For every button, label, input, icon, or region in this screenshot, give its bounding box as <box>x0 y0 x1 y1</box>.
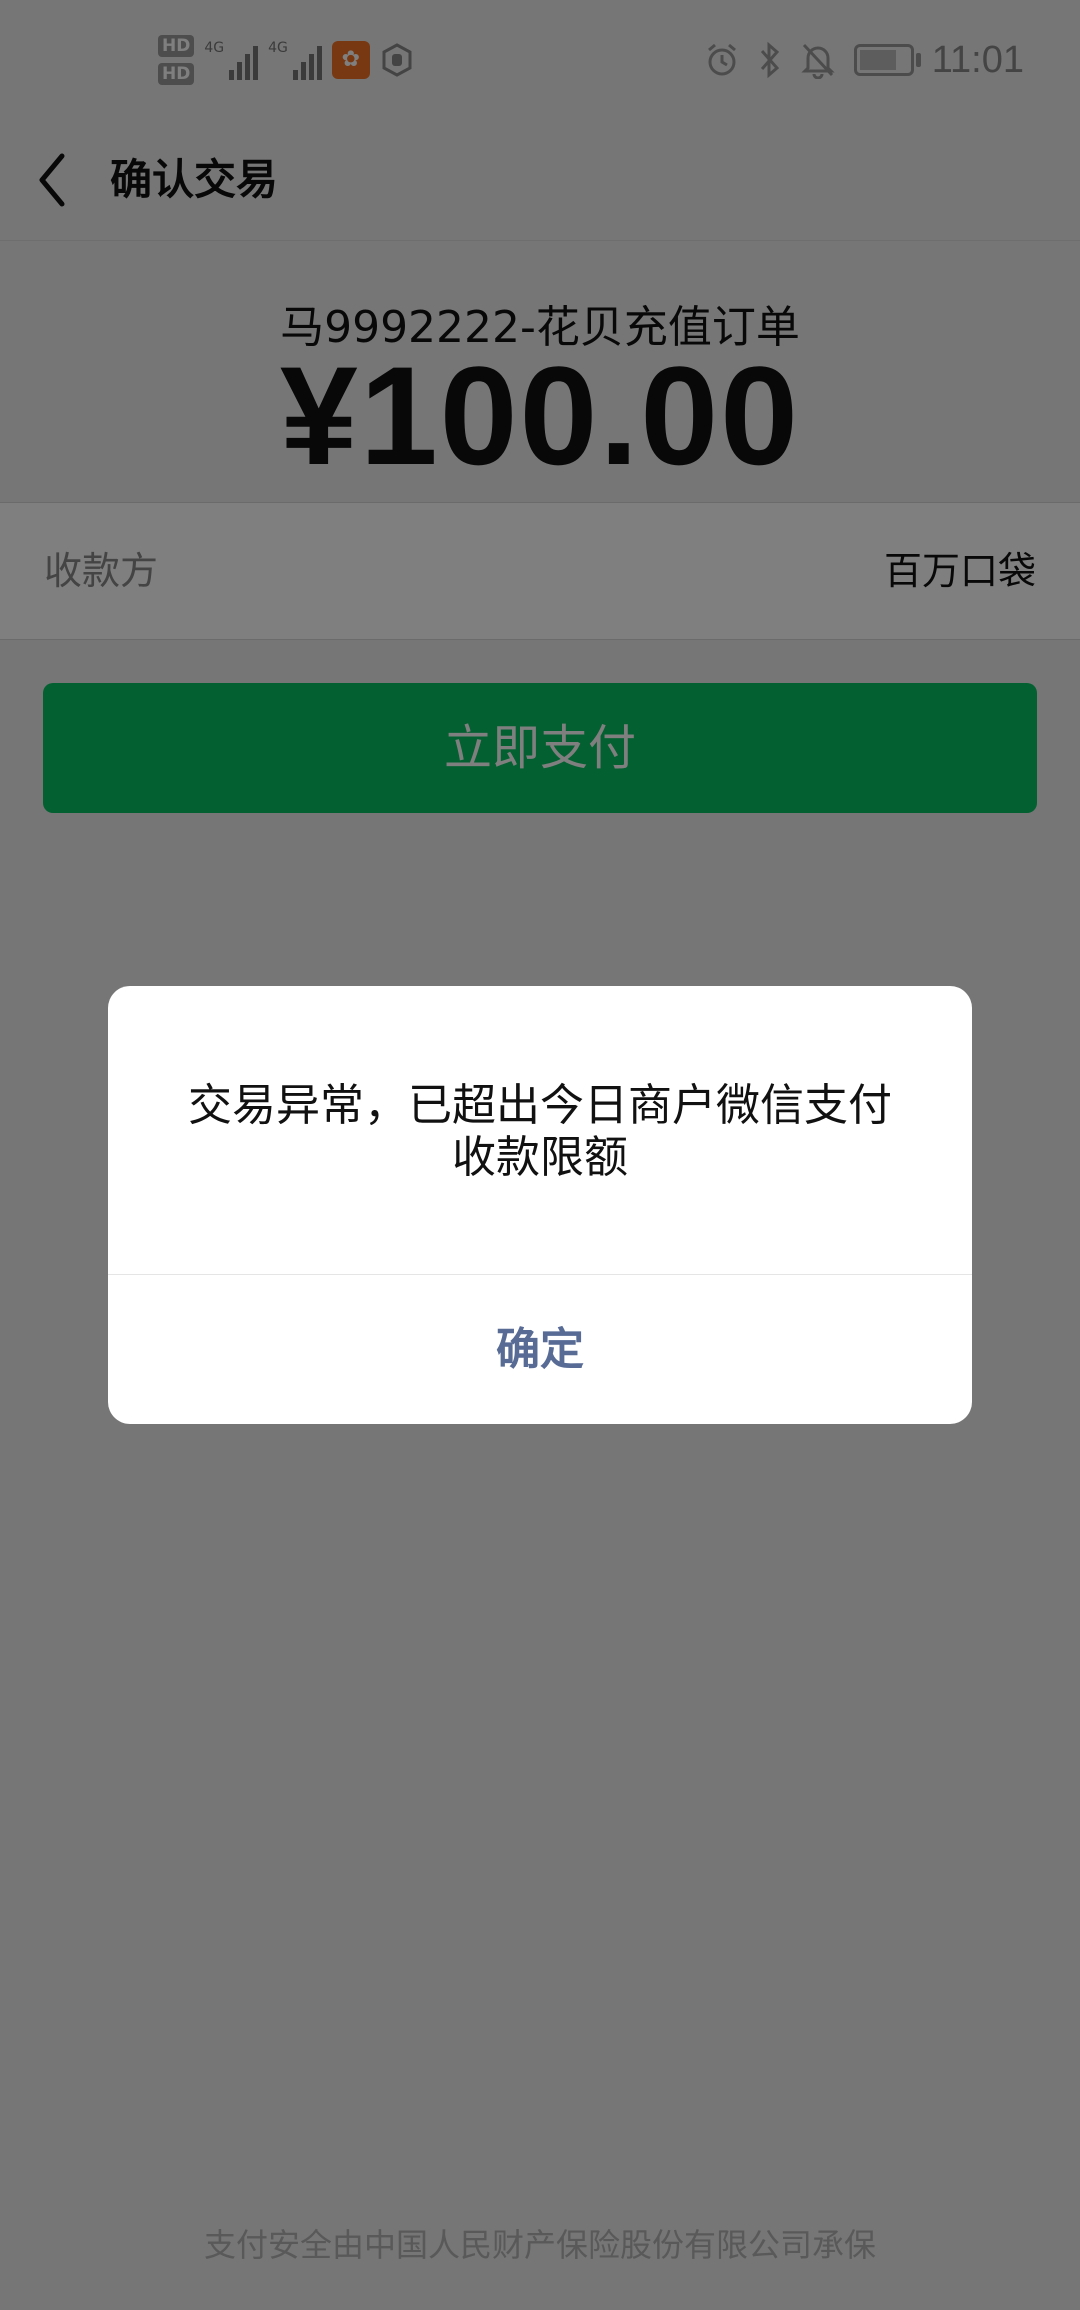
dialog-confirm-button[interactable]: 确定 <box>108 1275 972 1424</box>
confirm-transaction-screen: HD HD 4G 4G ✿ <box>0 0 1080 2310</box>
error-dialog: 交易异常，已超出今日商户微信支付收款限额 确定 <box>108 986 972 1424</box>
dialog-message: 交易异常，已超出今日商户微信支付收款限额 <box>188 1080 892 1183</box>
